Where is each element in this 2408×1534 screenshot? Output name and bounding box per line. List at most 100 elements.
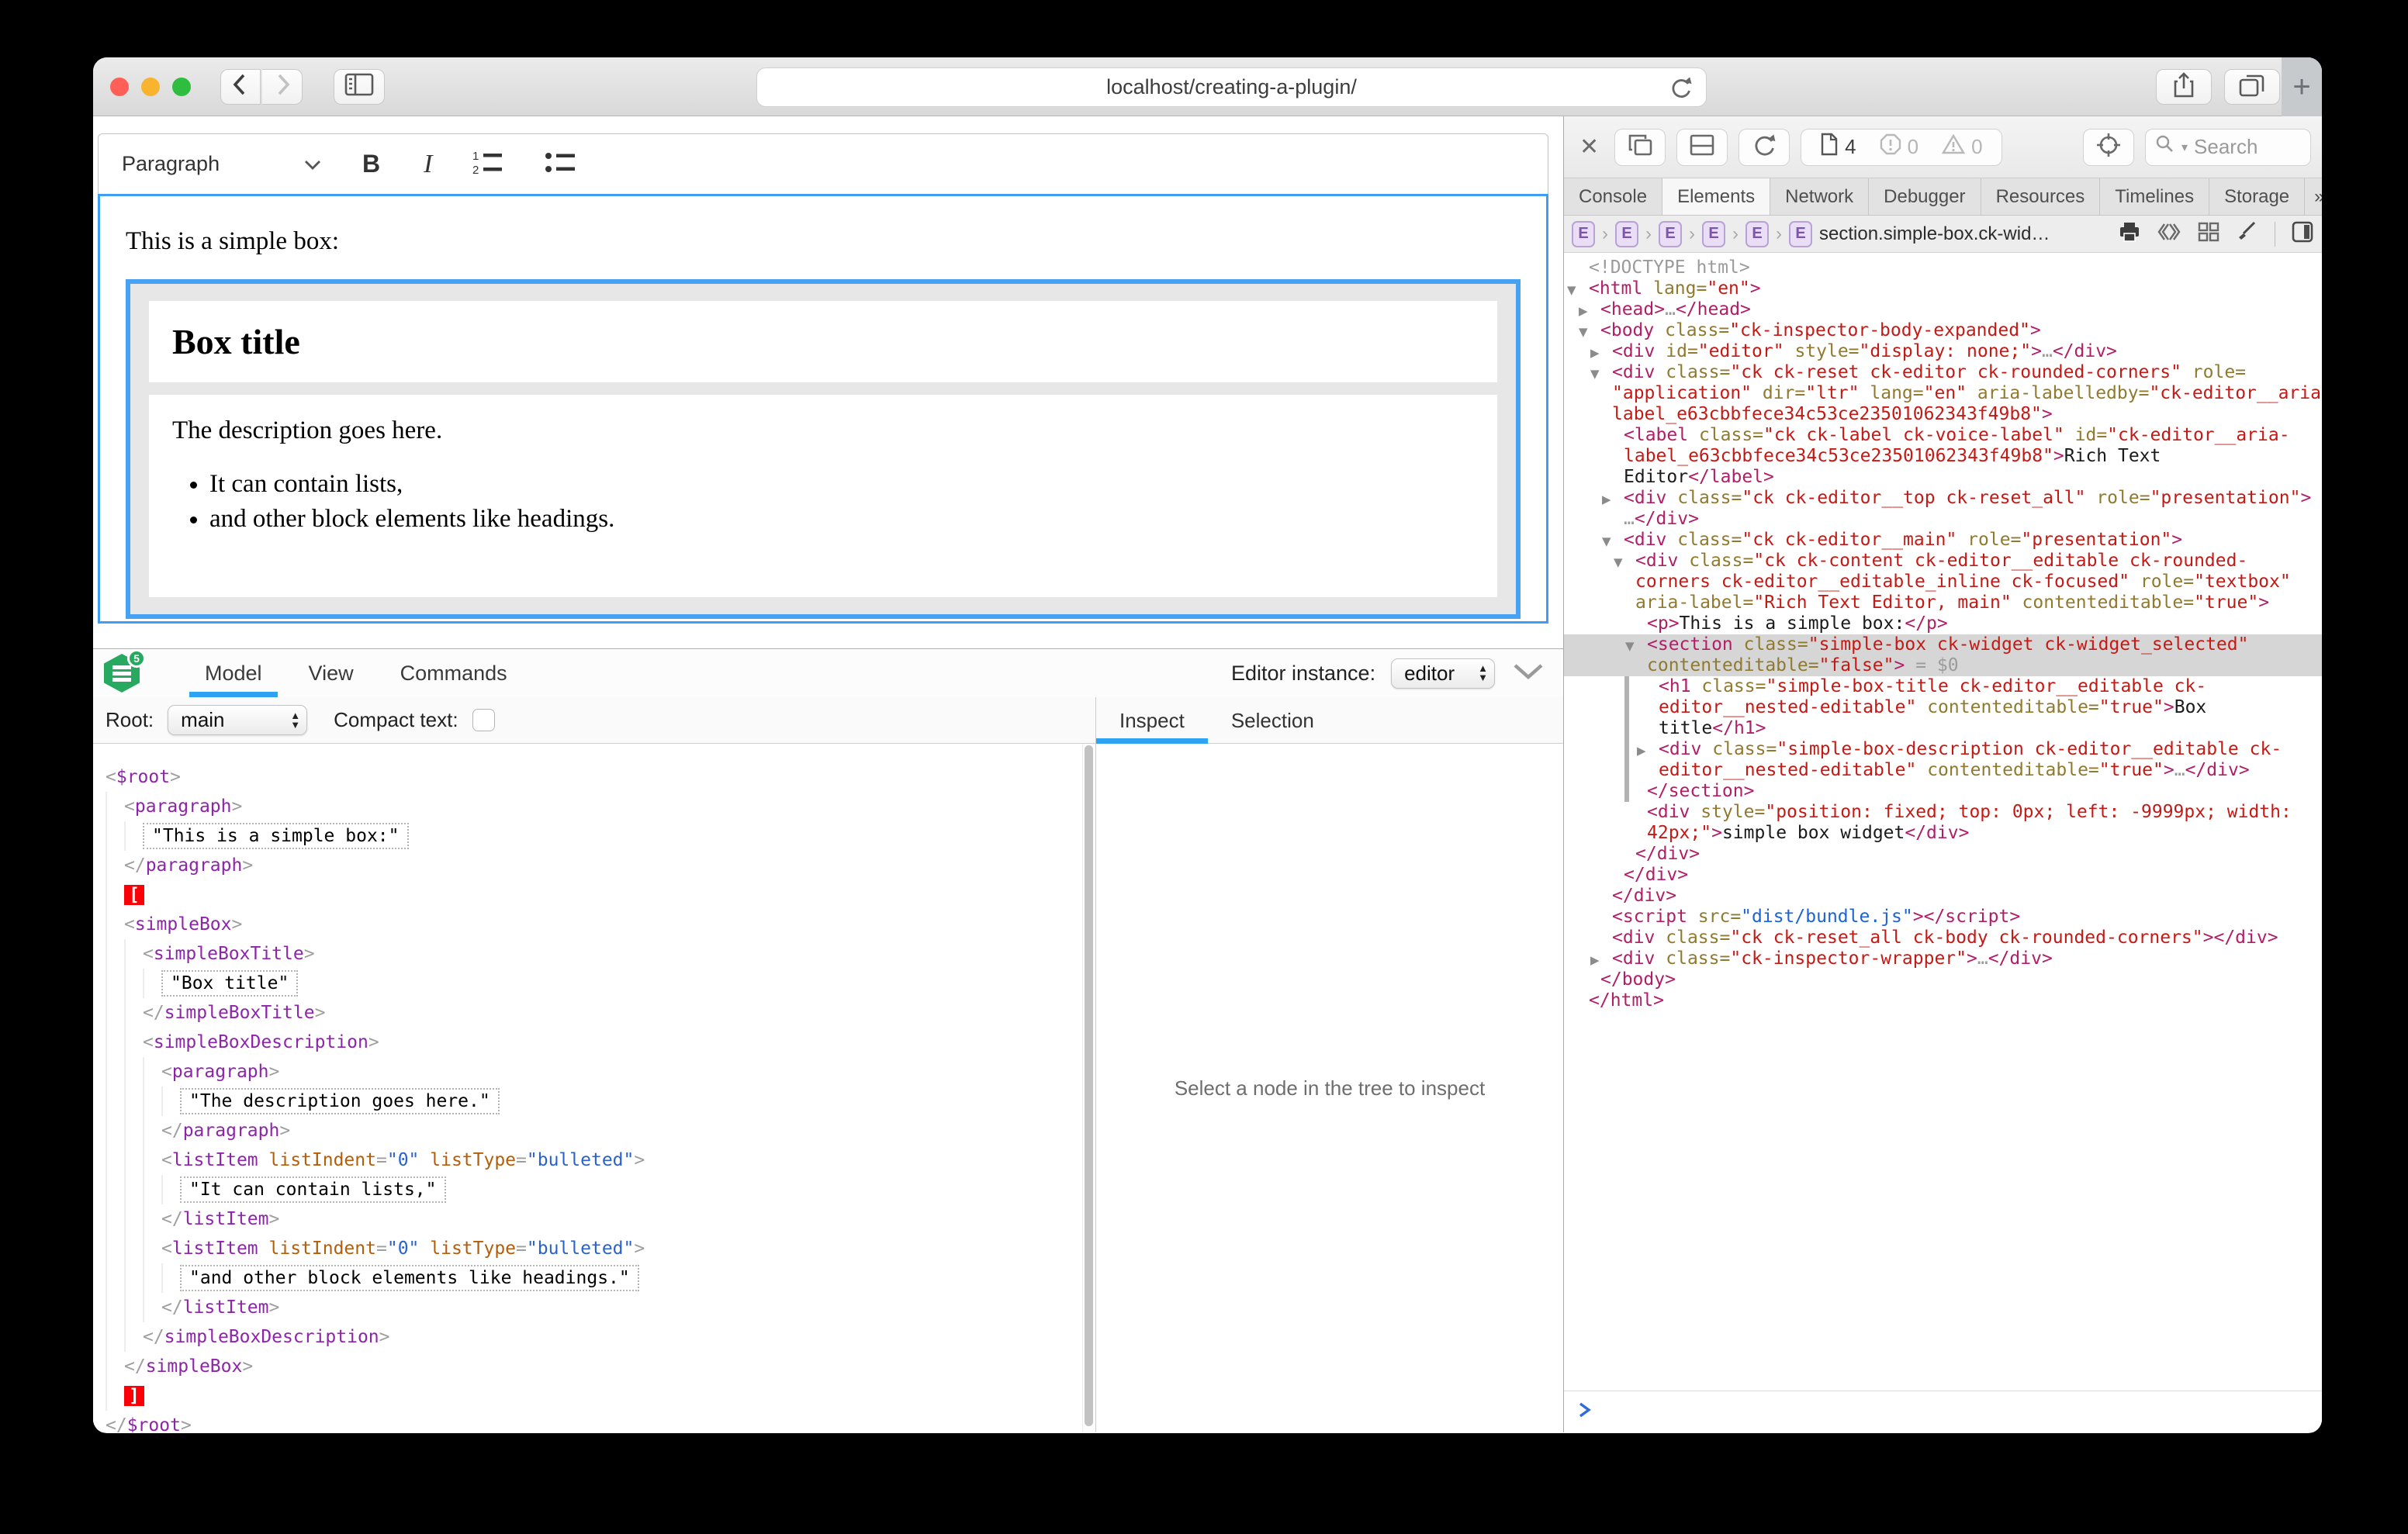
model-tree-line[interactable]: "Box title"	[106, 969, 1095, 998]
dom-tree-line[interactable]: editor__nested-editable" contenteditable…	[1564, 697, 2322, 718]
breadcrumb-element-badge[interactable]: E	[1572, 221, 1595, 247]
forward-button[interactable]	[262, 69, 303, 105]
share-button[interactable]	[2156, 69, 2212, 105]
dom-tree-line[interactable]: ▶<div class="simple-box-description ck-e…	[1564, 739, 2322, 760]
dom-tree-line[interactable]: "application" dir="ltr" lang="en" aria-l…	[1564, 383, 2322, 404]
model-tree-line[interactable]: [	[106, 880, 1095, 910]
collapse-triangle-icon[interactable]: ▼	[1602, 531, 1624, 552]
intro-paragraph[interactable]: This is a simple box:	[126, 227, 1521, 256]
tab-view[interactable]: View	[285, 649, 377, 697]
tab-selection[interactable]: Selection	[1208, 697, 1337, 744]
dom-tree-line[interactable]: ▼<section class="simple-box ck-widget ck…	[1564, 634, 2322, 655]
expand-triangle-icon[interactable]: ▶	[1602, 489, 1624, 510]
dom-tree-line[interactable]: <h1 class="simple-box-title ck-editor__e…	[1564, 676, 2322, 697]
editor-editable-area[interactable]: This is a simple box: Box title The desc…	[98, 194, 1548, 624]
close-devtools-button[interactable]: ✕	[1575, 133, 1604, 161]
layout-grid-button[interactable]	[2197, 221, 2220, 247]
model-tree-line[interactable]: </simpleBoxDescription>	[106, 1322, 1095, 1352]
source-code-button[interactable]	[2157, 221, 2181, 247]
devtools-reload-button[interactable]	[1739, 129, 1790, 166]
model-tree-line[interactable]: "The description goes here."	[106, 1087, 1095, 1116]
model-tree-line[interactable]: </simpleBox>	[106, 1352, 1095, 1381]
close-window-button[interactable]	[110, 78, 129, 96]
model-tree-line[interactable]: <listItem listIndent="0" listType="bulle…	[106, 1234, 1095, 1263]
dom-tree-line[interactable]: ▶<div class="ck ck-editor__top ck-reset_…	[1564, 488, 2322, 509]
element-picker-button[interactable]	[2083, 129, 2134, 166]
model-tree-line[interactable]: "It can contain lists,"	[106, 1175, 1095, 1204]
dom-tree-line[interactable]: <label class="ck ck-label ck-voice-label…	[1564, 425, 2322, 446]
tab-elements[interactable]: Elements	[1662, 178, 1770, 215]
collapse-inspector-button[interactable]	[1510, 661, 1546, 686]
model-tree-line[interactable]: ]	[106, 1381, 1095, 1411]
collapse-triangle-icon[interactable]: ▼	[1590, 364, 1612, 385]
breadcrumb-selected-node[interactable]: section.simple-box.ck-wid…	[1819, 223, 2050, 245]
error-count[interactable]: 0	[1880, 133, 1918, 161]
tab-debugger[interactable]: Debugger	[1869, 178, 1981, 215]
box-description-text[interactable]: The description goes here.	[172, 416, 1474, 445]
tab-resources[interactable]: Resources	[1981, 178, 2101, 215]
model-tree-line[interactable]: <listItem listIndent="0" listType="bulle…	[106, 1145, 1095, 1175]
dom-tree-line[interactable]: label_e63cbbfece34c53ce23501062343f49b8"…	[1564, 446, 2322, 467]
breadcrumb-element-badge[interactable]: E	[1702, 221, 1725, 247]
simple-box-description-field[interactable]: The description goes here. It can contai…	[149, 395, 1497, 597]
box-list-item[interactable]: It can contain lists,	[209, 470, 1474, 499]
tab-inspect[interactable]: Inspect	[1096, 697, 1208, 744]
simple-box-title-field[interactable]: Box title	[149, 301, 1497, 382]
print-styles-button[interactable]	[2118, 221, 2141, 247]
box-title-text[interactable]: Box title	[172, 321, 1474, 362]
model-tree-line[interactable]: "and other block elements like headings.…	[106, 1263, 1095, 1293]
dom-tree-line[interactable]: ▼<div class="ck ck-editor__main" role="p…	[1564, 530, 2322, 551]
resource-count[interactable]: 4	[1820, 133, 1856, 161]
address-bar[interactable]: localhost/creating-a-plugin/	[756, 67, 1707, 107]
dom-tree-line[interactable]: title</h1>	[1564, 718, 2322, 739]
italic-button[interactable]: I	[424, 150, 432, 179]
dom-tree-line[interactable]: </html>	[1564, 990, 2322, 1011]
expand-triangle-icon[interactable]: ▶	[1590, 950, 1612, 971]
numbered-list-button[interactable]: 1 2	[471, 149, 505, 179]
sidebar-toggle-button[interactable]	[334, 69, 385, 105]
model-tree-line[interactable]: <simpleBoxTitle>	[106, 939, 1095, 969]
dom-tree-line[interactable]: <div class="ck ck-reset_all ck-body ck-r…	[1564, 928, 2322, 948]
expand-triangle-icon[interactable]: ▶	[1579, 301, 1600, 322]
simple-box-widget[interactable]: Box title The description goes here. It …	[126, 279, 1521, 619]
box-list-item[interactable]: and other block elements like headings.	[209, 505, 1474, 534]
dom-tree-line[interactable]: corners ck-editor__editable_inline ck-fo…	[1564, 572, 2322, 593]
breadcrumb-element-badge[interactable]: E	[1789, 221, 1812, 247]
dock-bottom-button[interactable]	[1676, 129, 1728, 166]
breadcrumb-element-badge[interactable]: E	[1745, 221, 1769, 247]
collapse-triangle-icon[interactable]: ▼	[1625, 636, 1647, 657]
tab-storage[interactable]: Storage	[2209, 178, 2305, 215]
titlebar[interactable]: localhost/creating-a-plugin/	[93, 57, 2322, 116]
tab-commands[interactable]: Commands	[377, 649, 531, 697]
model-tree-line[interactable]: </listItem>	[106, 1293, 1095, 1322]
dom-tree-line[interactable]: contenteditable="false"> = $0	[1564, 655, 2322, 676]
tab-console[interactable]: Console	[1564, 178, 1662, 215]
warning-count[interactable]: 0	[1942, 133, 1982, 161]
tab-overflow-button[interactable]: »	[2305, 178, 2322, 215]
dom-tree-line[interactable]: label_e63cbbfece34c53ce23501062343f49b8"…	[1564, 404, 2322, 425]
zoom-window-button[interactable]	[172, 78, 191, 96]
dom-tree-line[interactable]: </div>	[1564, 886, 2322, 907]
styles-brush-button[interactable]	[2236, 220, 2259, 247]
model-tree-line[interactable]: <paragraph>	[106, 792, 1095, 821]
model-tree-line[interactable]: <paragraph>	[106, 1057, 1095, 1087]
collapse-triangle-icon[interactable]: ▼	[1567, 280, 1589, 301]
tab-timelines[interactable]: Timelines	[2100, 178, 2209, 215]
dom-tree-line[interactable]: ▶<div class="ck-inspector-wrapper">…</di…	[1564, 948, 2322, 969]
dom-tree-line[interactable]: editor__nested-editable" contenteditable…	[1564, 760, 2322, 781]
bold-button[interactable]: B	[362, 150, 380, 178]
new-tab-button[interactable]: +	[2282, 57, 2322, 116]
editor-instance-select[interactable]: editor ▲▼	[1391, 658, 1495, 689]
dom-tree-line[interactable]: <script src="dist/bundle.js"></script>	[1564, 907, 2322, 928]
model-tree-line[interactable]: <$root>	[106, 762, 1095, 792]
dock-side-button[interactable]	[1614, 129, 1666, 166]
paragraph-dropdown[interactable]: Paragraph	[122, 152, 322, 176]
compact-text-checkbox[interactable]	[472, 709, 495, 731]
dom-tree-line[interactable]: </section>	[1564, 781, 2322, 802]
model-tree-scrollbar[interactable]	[1082, 744, 1095, 1432]
dom-tree-line[interactable]: </div>	[1564, 844, 2322, 865]
model-tree-line[interactable]: <simpleBoxDescription>	[106, 1028, 1095, 1057]
issue-counters[interactable]: 4 0	[1801, 129, 2001, 166]
model-tree-line[interactable]: </paragraph>	[106, 851, 1095, 880]
dom-tree-line[interactable]: ▼<html lang="en">	[1564, 278, 2322, 299]
